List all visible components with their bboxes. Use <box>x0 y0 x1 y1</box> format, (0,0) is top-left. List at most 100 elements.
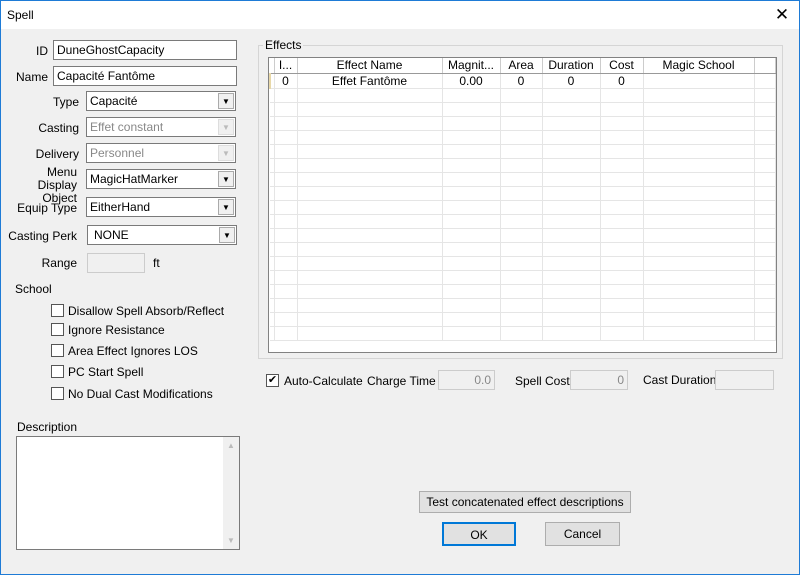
table-cell <box>297 172 443 187</box>
table-cell <box>500 130 543 145</box>
name-input[interactable]: Capacité Fantôme <box>53 66 237 86</box>
table-cell <box>297 102 443 117</box>
table-cell <box>274 284 298 299</box>
type-select[interactable]: Capacité ▼ <box>86 91 236 111</box>
table-cell <box>600 186 644 201</box>
table-cell <box>297 298 443 313</box>
table-row[interactable] <box>270 270 776 285</box>
table-row[interactable] <box>270 130 776 145</box>
table-cell <box>274 172 298 187</box>
cancel-button[interactable]: Cancel <box>545 522 620 546</box>
table-row[interactable] <box>270 242 776 257</box>
table-cell <box>754 130 776 145</box>
table-cell <box>442 116 501 131</box>
table-cell <box>274 326 298 341</box>
table-cell <box>500 144 543 159</box>
table-cell <box>500 172 543 187</box>
table-cell: 0.00 <box>442 73 501 89</box>
auto-calculate-label: Auto-Calculate <box>284 374 363 388</box>
charge-time-input[interactable]: 0.0 <box>438 370 495 390</box>
ok-button[interactable]: OK <box>442 522 516 546</box>
id-input[interactable]: DuneGhostCapacity <box>53 40 237 60</box>
option-checkbox[interactable] <box>51 323 64 336</box>
table-row[interactable] <box>270 158 776 173</box>
table-cell <box>500 326 543 341</box>
spell-cost-input[interactable]: 0 <box>570 370 628 390</box>
table-cell <box>442 214 501 229</box>
range-input[interactable] <box>87 253 145 273</box>
menu-display-value: MagicHatMarker <box>90 172 179 186</box>
table-cell <box>274 242 298 257</box>
close-icon[interactable]: ✕ <box>765 1 799 29</box>
table-row[interactable] <box>270 228 776 243</box>
description-textarea[interactable] <box>16 436 240 550</box>
column-header[interactable]: Duration <box>542 58 601 74</box>
test-descriptions-button[interactable]: Test concatenated effect descriptions <box>419 491 631 513</box>
table-cell <box>600 312 644 327</box>
table-row[interactable] <box>270 312 776 327</box>
column-header[interactable]: Magic School <box>643 58 755 74</box>
option-checkbox[interactable] <box>51 344 64 357</box>
type-value: Capacité <box>90 94 138 108</box>
table-cell <box>643 326 755 341</box>
table-row[interactable] <box>270 298 776 313</box>
cast-duration-input[interactable] <box>715 370 774 390</box>
table-row[interactable] <box>270 116 776 131</box>
table-cell <box>542 284 601 299</box>
option-checkbox[interactable] <box>51 365 64 378</box>
casting-perk-label: Casting Perk <box>8 229 77 243</box>
column-header[interactable]: Area <box>500 58 543 74</box>
table-cell <box>274 200 298 215</box>
option-checkbox-label: No Dual Cast Modifications <box>68 387 213 401</box>
table-row[interactable] <box>270 256 776 271</box>
table-row[interactable] <box>270 186 776 201</box>
menu-display-select[interactable]: MagicHatMarker ▼ <box>86 169 236 189</box>
table-cell <box>542 130 601 145</box>
table-row[interactable] <box>270 102 776 117</box>
table-cell <box>754 172 776 187</box>
column-header[interactable]: I... <box>274 58 298 74</box>
table-cell <box>600 116 644 131</box>
table-row[interactable] <box>270 88 776 103</box>
table-row[interactable] <box>270 172 776 187</box>
table-cell <box>297 270 443 285</box>
table-cell: Effet Fantôme <box>297 73 443 89</box>
casting-perk-select[interactable]: NONE ▼ <box>87 225 237 245</box>
delivery-select[interactable]: Personnel ▼ <box>86 143 236 163</box>
table-row[interactable] <box>270 200 776 215</box>
table-cell <box>643 298 755 313</box>
table-cell <box>442 88 501 103</box>
option-checkbox[interactable] <box>51 387 64 400</box>
column-header[interactable]: Cost <box>600 58 644 74</box>
school-label: School <box>15 282 52 296</box>
column-header[interactable]: Magnit... <box>442 58 501 74</box>
column-header[interactable]: Effect Name <box>297 58 443 74</box>
table-row[interactable] <box>270 144 776 159</box>
table-row[interactable] <box>270 284 776 299</box>
table-row[interactable] <box>270 326 776 341</box>
casting-select[interactable]: Effet constant ▼ <box>86 117 236 137</box>
table-cell <box>542 242 601 257</box>
chevron-down-icon: ▼ <box>218 199 234 215</box>
auto-calculate-checkbox[interactable]: ✔ <box>266 374 279 387</box>
casting-value: Effet constant <box>90 120 164 134</box>
table-cell <box>754 312 776 327</box>
table-cell <box>643 270 755 285</box>
delivery-value: Personnel <box>90 146 145 160</box>
table-cell <box>274 214 298 229</box>
table-row[interactable]: 0 Effet Fantôme 0.00 0 0 0 <box>269 73 776 89</box>
chevron-down-icon: ▼ <box>218 119 234 135</box>
spell-cost-label: Spell Cost <box>515 374 570 388</box>
equip-type-select[interactable]: EitherHand ▼ <box>86 197 236 217</box>
effects-table[interactable]: I... Effect Name Magnit... Area Duration Cost… <box>268 57 777 353</box>
table-cell <box>500 270 543 285</box>
table-cell <box>500 102 543 117</box>
option-checkbox[interactable] <box>51 304 64 317</box>
table-cell <box>754 326 776 341</box>
title-bar: Spell ✕ <box>1 1 799 29</box>
table-row[interactable] <box>270 214 776 229</box>
table-cell <box>643 130 755 145</box>
description-scrollbar[interactable]: ▲ ▼ <box>223 437 239 549</box>
table-cell <box>442 270 501 285</box>
table-cell <box>643 102 755 117</box>
